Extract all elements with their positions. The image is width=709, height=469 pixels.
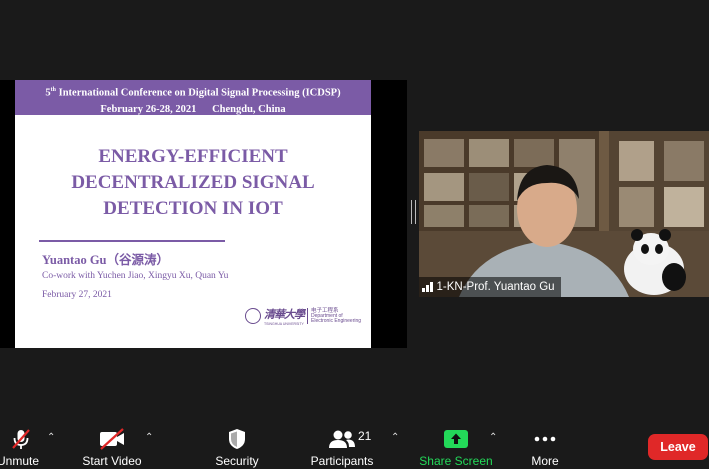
department-name: 电子工程系 Department of Electronic Engineeri… (311, 308, 361, 324)
camera-off-icon (98, 426, 126, 452)
more-dots-icon (534, 426, 556, 452)
participants-icon (328, 426, 356, 452)
participant-count-badge: 21 (358, 429, 372, 443)
video-options-chevron-up-icon[interactable]: ⌃ (145, 432, 153, 443)
participants-options-chevron-up-icon[interactable]: ⌃ (391, 432, 399, 443)
university-name-en: TSINGHUA UNIVERSITY (264, 322, 304, 326)
slide-title-line: ENERGY-EFFICIENT (98, 146, 288, 167)
start-video-button[interactable]: Start Video (80, 420, 144, 469)
slide-coauthors: Co-work with Yuchen Jiao, Xingyu Xu, Qua… (42, 271, 229, 281)
slide-title-line: DETECTION IN IOT (103, 198, 283, 219)
share-screen-icon (444, 426, 468, 452)
participants-button[interactable]: Participants (308, 420, 376, 469)
participant-video[interactable]: 1-KN-Prof. Yuantao Gu (419, 131, 709, 297)
more-label: More (531, 454, 559, 468)
security-label: Security (215, 454, 259, 468)
university-seal-icon (245, 308, 261, 324)
conference-name: International Conference on Digital Sign… (56, 87, 341, 99)
unmute-label: Unmute (0, 454, 40, 468)
shield-icon (227, 426, 247, 452)
security-button[interactable]: Security (210, 420, 264, 469)
microphone-muted-icon (9, 426, 33, 452)
slide-author: Yuantao Gu（谷源涛） (42, 253, 169, 267)
video-feed (419, 131, 709, 297)
participant-name-tag: 1-KN-Prof. Yuantao Gu (419, 277, 561, 297)
resize-handle[interactable] (411, 200, 416, 224)
conference-date: February 26-28, 2021 Chengdu, China (100, 103, 286, 115)
share-options-chevron-up-icon[interactable]: ⌃ (489, 432, 497, 443)
audio-options-chevron-up-icon[interactable]: ⌃ (47, 432, 55, 443)
slide-divider (39, 240, 225, 242)
shared-screen: 5th International Conference on Digital … (0, 80, 407, 348)
more-button[interactable]: More (528, 420, 562, 469)
share-screen-label: Share Screen (419, 454, 493, 468)
share-screen-button[interactable]: Share Screen (418, 420, 494, 469)
leave-button[interactable]: Leave (648, 434, 708, 460)
signal-strength-icon (422, 282, 433, 292)
unmute-button[interactable]: Unmute (0, 420, 42, 469)
slide-title: ENERGY-EFFICIENT DECENTRALIZED SIGNAL DE… (15, 144, 371, 222)
meeting-toolbar: Unmute ⌃ Start Video ⌃ Security Particip… (0, 420, 709, 469)
slide-title-line: DECENTRALIZED SIGNAL (71, 172, 315, 193)
university-name-cn: 清華大學 (264, 308, 305, 321)
presentation-slide: 5th International Conference on Digital … (15, 80, 371, 348)
logo-separator (307, 308, 308, 324)
university-logo: 清華大學 TSINGHUA UNIVERSITY 电子工程系 Departmen… (245, 306, 361, 326)
department-name-en-line: Electronic Engineering (311, 318, 362, 324)
participant-name: 1-KN-Prof. Yuantao Gu (436, 281, 555, 293)
slide-header: 5th International Conference on Digital … (15, 80, 371, 115)
slide-date: February 27, 2021 (42, 290, 112, 300)
participants-label: Participants (310, 454, 374, 468)
start-video-label: Start Video (82, 454, 142, 468)
